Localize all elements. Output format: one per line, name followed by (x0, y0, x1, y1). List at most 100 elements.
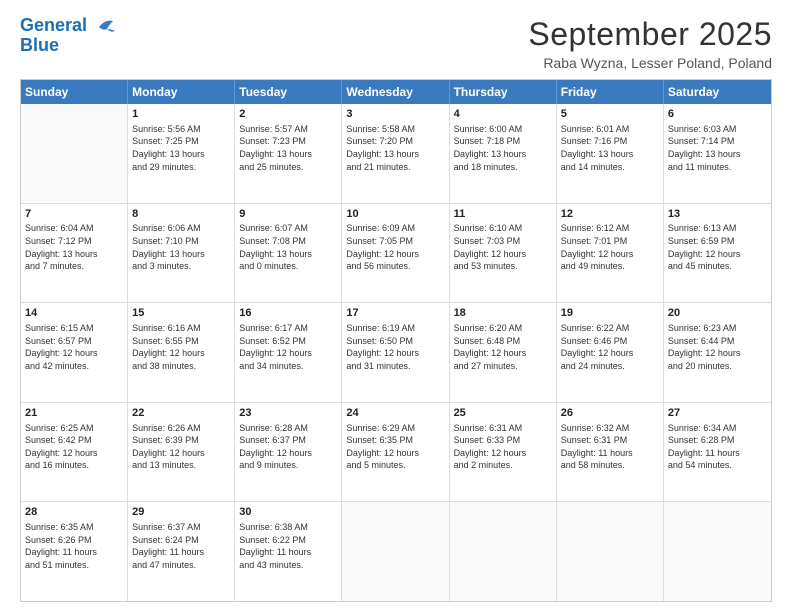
cal-cell: 20Sunrise: 6:23 AM Sunset: 6:44 PM Dayli… (664, 303, 771, 402)
day-number: 21 (25, 406, 123, 421)
cal-cell (21, 104, 128, 203)
cal-cell: 6Sunrise: 6:03 AM Sunset: 7:14 PM Daylig… (664, 104, 771, 203)
cal-cell: 16Sunrise: 6:17 AM Sunset: 6:52 PM Dayli… (235, 303, 342, 402)
month-title: September 2025 (528, 16, 772, 53)
day-info: Sunrise: 6:37 AM Sunset: 6:24 PM Dayligh… (132, 521, 230, 571)
header: General Blue September 2025 Raba Wyzna, … (20, 16, 772, 71)
cal-cell: 21Sunrise: 6:25 AM Sunset: 6:42 PM Dayli… (21, 403, 128, 502)
day-number: 22 (132, 406, 230, 421)
day-number: 20 (668, 306, 767, 321)
day-number: 28 (25, 505, 123, 520)
day-number: 12 (561, 207, 659, 222)
cal-cell: 17Sunrise: 6:19 AM Sunset: 6:50 PM Dayli… (342, 303, 449, 402)
cal-cell: 19Sunrise: 6:22 AM Sunset: 6:46 PM Dayli… (557, 303, 664, 402)
cal-header-tuesday: Tuesday (235, 80, 342, 104)
cal-cell: 10Sunrise: 6:09 AM Sunset: 7:05 PM Dayli… (342, 204, 449, 303)
cal-cell: 2Sunrise: 5:57 AM Sunset: 7:23 PM Daylig… (235, 104, 342, 203)
day-number: 24 (346, 406, 444, 421)
logo-bird-icon (89, 15, 117, 39)
cal-cell: 11Sunrise: 6:10 AM Sunset: 7:03 PM Dayli… (450, 204, 557, 303)
day-number: 10 (346, 207, 444, 222)
cal-cell: 28Sunrise: 6:35 AM Sunset: 6:26 PM Dayli… (21, 502, 128, 601)
day-number: 18 (454, 306, 552, 321)
day-number: 5 (561, 107, 659, 122)
cal-cell: 5Sunrise: 6:01 AM Sunset: 7:16 PM Daylig… (557, 104, 664, 203)
day-info: Sunrise: 6:20 AM Sunset: 6:48 PM Dayligh… (454, 322, 552, 372)
day-info: Sunrise: 6:17 AM Sunset: 6:52 PM Dayligh… (239, 322, 337, 372)
cal-cell: 18Sunrise: 6:20 AM Sunset: 6:48 PM Dayli… (450, 303, 557, 402)
cal-cell: 3Sunrise: 5:58 AM Sunset: 7:20 PM Daylig… (342, 104, 449, 203)
day-info: Sunrise: 6:16 AM Sunset: 6:55 PM Dayligh… (132, 322, 230, 372)
day-info: Sunrise: 6:31 AM Sunset: 6:33 PM Dayligh… (454, 422, 552, 472)
cal-cell: 1Sunrise: 5:56 AM Sunset: 7:25 PM Daylig… (128, 104, 235, 203)
day-info: Sunrise: 6:00 AM Sunset: 7:18 PM Dayligh… (454, 123, 552, 173)
day-number: 26 (561, 406, 659, 421)
cal-cell: 14Sunrise: 6:15 AM Sunset: 6:57 PM Dayli… (21, 303, 128, 402)
day-number: 29 (132, 505, 230, 520)
day-number: 3 (346, 107, 444, 122)
day-number: 14 (25, 306, 123, 321)
cal-cell: 13Sunrise: 6:13 AM Sunset: 6:59 PM Dayli… (664, 204, 771, 303)
cal-week-1: 1Sunrise: 5:56 AM Sunset: 7:25 PM Daylig… (21, 104, 771, 204)
cal-cell: 22Sunrise: 6:26 AM Sunset: 6:39 PM Dayli… (128, 403, 235, 502)
cal-cell (557, 502, 664, 601)
day-info: Sunrise: 6:23 AM Sunset: 6:44 PM Dayligh… (668, 322, 767, 372)
cal-cell: 30Sunrise: 6:38 AM Sunset: 6:22 PM Dayli… (235, 502, 342, 601)
cal-week-3: 14Sunrise: 6:15 AM Sunset: 6:57 PM Dayli… (21, 303, 771, 403)
day-number: 1 (132, 107, 230, 122)
cal-header-sunday: Sunday (21, 80, 128, 104)
day-number: 15 (132, 306, 230, 321)
cal-cell: 12Sunrise: 6:12 AM Sunset: 7:01 PM Dayli… (557, 204, 664, 303)
day-number: 30 (239, 505, 337, 520)
page: General Blue September 2025 Raba Wyzna, … (0, 0, 792, 612)
cal-cell: 15Sunrise: 6:16 AM Sunset: 6:55 PM Dayli… (128, 303, 235, 402)
cal-header-thursday: Thursday (450, 80, 557, 104)
day-info: Sunrise: 6:01 AM Sunset: 7:16 PM Dayligh… (561, 123, 659, 173)
title-block: September 2025 Raba Wyzna, Lesser Poland… (528, 16, 772, 71)
cal-header-friday: Friday (557, 80, 664, 104)
day-number: 9 (239, 207, 337, 222)
day-info: Sunrise: 6:28 AM Sunset: 6:37 PM Dayligh… (239, 422, 337, 472)
logo-text: General Blue (20, 16, 87, 56)
day-number: 4 (454, 107, 552, 122)
day-info: Sunrise: 6:06 AM Sunset: 7:10 PM Dayligh… (132, 222, 230, 272)
cal-cell: 23Sunrise: 6:28 AM Sunset: 6:37 PM Dayli… (235, 403, 342, 502)
day-info: Sunrise: 6:19 AM Sunset: 6:50 PM Dayligh… (346, 322, 444, 372)
day-info: Sunrise: 6:13 AM Sunset: 6:59 PM Dayligh… (668, 222, 767, 272)
day-info: Sunrise: 6:26 AM Sunset: 6:39 PM Dayligh… (132, 422, 230, 472)
cal-week-4: 21Sunrise: 6:25 AM Sunset: 6:42 PM Dayli… (21, 403, 771, 503)
day-info: Sunrise: 5:56 AM Sunset: 7:25 PM Dayligh… (132, 123, 230, 173)
day-info: Sunrise: 6:12 AM Sunset: 7:01 PM Dayligh… (561, 222, 659, 272)
cal-cell: 27Sunrise: 6:34 AM Sunset: 6:28 PM Dayli… (664, 403, 771, 502)
day-info: Sunrise: 6:38 AM Sunset: 6:22 PM Dayligh… (239, 521, 337, 571)
day-info: Sunrise: 6:32 AM Sunset: 6:31 PM Dayligh… (561, 422, 659, 472)
calendar-body: 1Sunrise: 5:56 AM Sunset: 7:25 PM Daylig… (21, 104, 771, 601)
day-info: Sunrise: 6:09 AM Sunset: 7:05 PM Dayligh… (346, 222, 444, 272)
day-info: Sunrise: 5:57 AM Sunset: 7:23 PM Dayligh… (239, 123, 337, 173)
cal-cell (664, 502, 771, 601)
day-info: Sunrise: 6:25 AM Sunset: 6:42 PM Dayligh… (25, 422, 123, 472)
cal-header-monday: Monday (128, 80, 235, 104)
day-info: Sunrise: 6:10 AM Sunset: 7:03 PM Dayligh… (454, 222, 552, 272)
day-info: Sunrise: 6:15 AM Sunset: 6:57 PM Dayligh… (25, 322, 123, 372)
day-number: 7 (25, 207, 123, 222)
day-info: Sunrise: 6:22 AM Sunset: 6:46 PM Dayligh… (561, 322, 659, 372)
calendar-header-row: SundayMondayTuesdayWednesdayThursdayFrid… (21, 80, 771, 104)
cal-week-5: 28Sunrise: 6:35 AM Sunset: 6:26 PM Dayli… (21, 502, 771, 601)
cal-week-2: 7Sunrise: 6:04 AM Sunset: 7:12 PM Daylig… (21, 204, 771, 304)
cal-cell (450, 502, 557, 601)
location: Raba Wyzna, Lesser Poland, Poland (528, 55, 772, 71)
cal-cell (342, 502, 449, 601)
cal-cell: 25Sunrise: 6:31 AM Sunset: 6:33 PM Dayli… (450, 403, 557, 502)
day-number: 19 (561, 306, 659, 321)
cal-header-saturday: Saturday (664, 80, 771, 104)
day-number: 11 (454, 207, 552, 222)
day-number: 2 (239, 107, 337, 122)
cal-cell: 26Sunrise: 6:32 AM Sunset: 6:31 PM Dayli… (557, 403, 664, 502)
cal-cell: 4Sunrise: 6:00 AM Sunset: 7:18 PM Daylig… (450, 104, 557, 203)
day-info: Sunrise: 5:58 AM Sunset: 7:20 PM Dayligh… (346, 123, 444, 173)
day-number: 27 (668, 406, 767, 421)
day-number: 25 (454, 406, 552, 421)
day-number: 6 (668, 107, 767, 122)
cal-cell: 7Sunrise: 6:04 AM Sunset: 7:12 PM Daylig… (21, 204, 128, 303)
